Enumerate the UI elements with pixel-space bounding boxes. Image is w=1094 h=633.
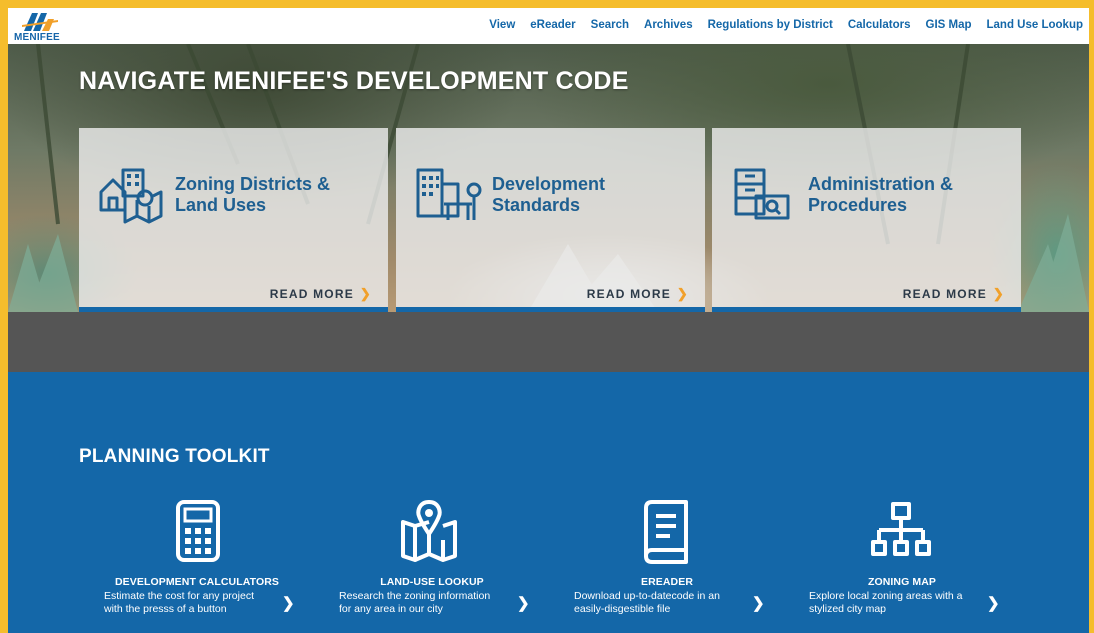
nav-view[interactable]: View	[489, 19, 515, 31]
zoning-map-icon	[99, 168, 163, 224]
nav-search[interactable]: Search	[591, 19, 629, 31]
tool-name: EREADER	[640, 576, 694, 588]
read-more-label: READ MORE	[269, 287, 354, 301]
main-nav: View eReader Search Archives Regulations…	[489, 19, 1083, 31]
menifee-logo[interactable]: MENIFEE	[14, 11, 74, 43]
divider-strip	[8, 312, 1089, 372]
nav-archives[interactable]: Archives	[644, 19, 693, 31]
card-title-line: Development	[492, 174, 606, 194]
nav-regulations-by-district[interactable]: Regulations by District	[708, 19, 833, 31]
card-title-line: Administration &	[808, 174, 954, 194]
calculator-icon	[176, 500, 220, 562]
map-pin-icon	[401, 500, 457, 562]
tool-description-line: Research the zoning information	[339, 590, 491, 602]
tool-name: ZONING MAP	[867, 576, 937, 588]
tool-description: Explore local zoning areas with a styliz…	[809, 590, 981, 616]
page: MENIFEE View eReader Search Archives Reg…	[8, 8, 1089, 633]
chevron-right-icon[interactable]: ❯	[752, 594, 765, 612]
tool-description: Download up-to-datecode in an easily-dis…	[574, 590, 746, 616]
tool-ereader[interactable]: EREADER Download up-to-datecode in an ea…	[572, 500, 792, 630]
nav-gis-map[interactable]: GIS Map	[926, 19, 972, 31]
read-more-link[interactable]: READ MORE ❯	[270, 286, 372, 302]
logo-text: MENIFEE	[14, 32, 60, 43]
file-cabinet-search-icon	[734, 168, 790, 220]
tool-description-line: easily-disgestible file	[574, 603, 671, 615]
chevron-down-icon: ❯	[359, 286, 372, 301]
card-title-line: Zoning Districts &	[175, 174, 331, 194]
nav-ereader[interactable]: eReader	[530, 19, 575, 31]
read-more-link[interactable]: READ MORE ❯	[587, 286, 689, 302]
card-zoning-districts[interactable]: Zoning Districts & Land Uses READ MORE ❯	[79, 128, 388, 312]
card-title-line: Land Uses	[175, 195, 267, 215]
toolkit-title: PLANNING TOOLKIT	[79, 446, 270, 467]
tool-description-line: Explore local zoning areas with a	[809, 590, 963, 602]
read-more-label: READ MORE	[902, 287, 987, 301]
chevron-right-icon[interactable]: ❯	[282, 594, 295, 612]
planning-toolkit-section: PLANNING TOOLKIT DEVELOPMENT CALCULATORS…	[8, 372, 1089, 633]
card-title: Development Standards	[492, 174, 692, 216]
chevron-down-icon: ❯	[992, 286, 1005, 301]
tool-description: Research the zoning information for any …	[339, 590, 511, 616]
card-administration-procedures[interactable]: Administration & Procedures READ MORE ❯	[712, 128, 1021, 312]
card-title-line: Standards	[492, 195, 581, 215]
book-icon	[644, 500, 688, 564]
card-development-standards[interactable]: Development Standards READ MORE ❯	[396, 128, 705, 312]
hero-title: NAVIGATE MENIFEE'S DEVELOPMENT CODE	[79, 67, 629, 95]
read-more-link[interactable]: READ MORE ❯	[903, 286, 1005, 302]
tool-name: LAND-USE LOOKUP	[380, 576, 484, 588]
site-header: MENIFEE View eReader Search Archives Reg…	[8, 8, 1089, 44]
menifee-logo-mark-icon	[22, 13, 58, 31]
buildings-bench-icon	[416, 168, 482, 220]
tool-description-line: with the presss of a button	[104, 603, 227, 615]
nav-calculators[interactable]: Calculators	[848, 19, 911, 31]
tool-description: Estimate the cost for any project with t…	[104, 590, 276, 616]
card-title: Administration & Procedures	[808, 174, 1008, 216]
tool-description-line: Estimate the cost for any project	[104, 590, 254, 602]
chevron-right-icon[interactable]: ❯	[517, 594, 530, 612]
tool-development-calculators[interactable]: DEVELOPMENT CALCULATORS Estimate the cos…	[102, 500, 322, 630]
tool-description-line: for any area in our city	[339, 603, 443, 615]
chevron-right-icon[interactable]: ❯	[987, 594, 1000, 612]
nav-land-use-lookup[interactable]: Land Use Lookup	[987, 19, 1083, 31]
chevron-down-icon: ❯	[676, 286, 689, 301]
card-title: Zoning Districts & Land Uses	[175, 174, 375, 216]
tool-description-line: stylized city map	[809, 603, 887, 615]
card-title-line: Procedures	[808, 195, 908, 215]
tool-description-line: Download up-to-datecode in an	[574, 590, 720, 602]
tool-zoning-map[interactable]: ZONING MAP Explore local zoning areas wi…	[807, 500, 1027, 630]
hero-section: NAVIGATE MENIFEE'S DEVELOPMENT CODE Zoni…	[8, 44, 1089, 312]
sitemap-icon	[871, 502, 931, 556]
read-more-label: READ MORE	[586, 287, 671, 301]
tool-name: DEVELOPMENT CALCULATORS	[114, 576, 280, 588]
tool-land-use-lookup[interactable]: LAND-USE LOOKUP Research the zoning info…	[337, 500, 557, 630]
